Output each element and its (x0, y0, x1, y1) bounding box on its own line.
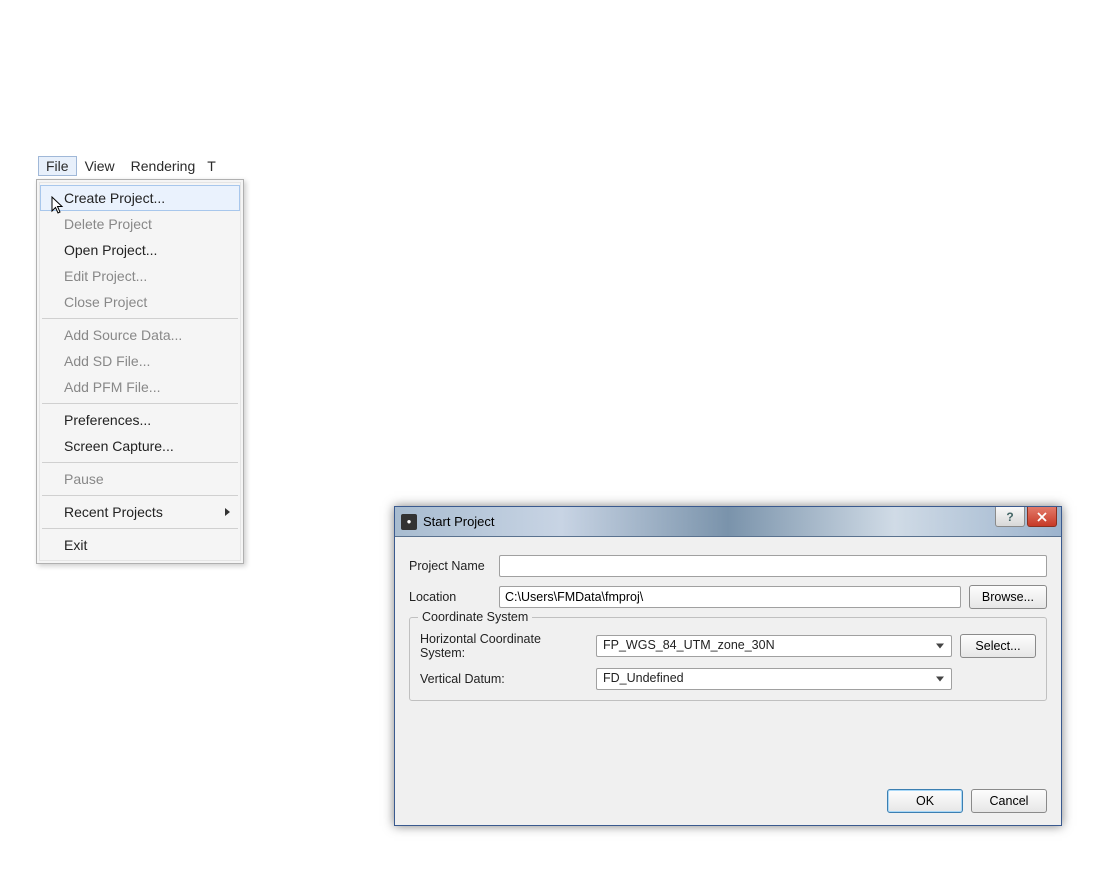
menu-item-edit-project: Edit Project... (40, 263, 240, 289)
start-project-dialog: Start Project ? Project Name Location Br… (394, 506, 1062, 826)
menu-view[interactable]: View (77, 156, 123, 176)
location-input[interactable] (499, 586, 961, 608)
submenu-arrow-icon (225, 508, 230, 516)
select-button[interactable]: Select... (960, 634, 1036, 658)
menu-item-add-pfm-file: Add PFM File... (40, 374, 240, 400)
menu-item-recent-projects[interactable]: Recent Projects (40, 499, 240, 525)
hcs-value: FP_WGS_84_UTM_zone_30N (596, 635, 952, 657)
cancel-button[interactable]: Cancel (971, 789, 1047, 813)
menu-item-add-sd-file: Add SD File... (40, 348, 240, 374)
dialog-titlebar: Start Project ? (395, 507, 1061, 537)
dialog-body: Project Name Location Browse... Coordina… (395, 537, 1061, 717)
menu-item-exit[interactable]: Exit (40, 532, 240, 558)
app-icon (401, 514, 417, 530)
menu-separator (42, 403, 238, 404)
menu-item-preferences[interactable]: Preferences... (40, 407, 240, 433)
vd-value: FD_Undefined (596, 668, 952, 690)
location-label: Location (409, 590, 491, 604)
hcs-label: Horizontal Coordinate System: (420, 632, 588, 660)
help-button[interactable]: ? (995, 507, 1025, 527)
menubar: File View Rendering T (38, 155, 220, 177)
menu-item-open-project[interactable]: Open Project... (40, 237, 240, 263)
menu-item-add-source-data: Add Source Data... (40, 322, 240, 348)
ok-button[interactable]: OK (887, 789, 963, 813)
menu-item-screen-capture[interactable]: Screen Capture... (40, 433, 240, 459)
dialog-footer: OK Cancel (887, 789, 1047, 813)
project-name-label: Project Name (409, 559, 491, 573)
menu-item-close-project: Close Project (40, 289, 240, 315)
hcs-combo[interactable]: FP_WGS_84_UTM_zone_30N (596, 635, 952, 657)
menu-item-delete-project: Delete Project (40, 211, 240, 237)
vd-combo[interactable]: FD_Undefined (596, 668, 952, 690)
menu-separator (42, 495, 238, 496)
project-name-input[interactable] (499, 555, 1047, 577)
menu-separator (42, 462, 238, 463)
file-menu-dropdown: Create Project...Delete ProjectOpen Proj… (36, 179, 244, 564)
menu-item-create-project[interactable]: Create Project... (40, 185, 240, 211)
vd-label: Vertical Datum: (420, 672, 588, 686)
coordinate-system-title: Coordinate System (418, 610, 532, 624)
close-button[interactable] (1027, 507, 1057, 527)
menu-rendering[interactable]: Rendering (123, 156, 204, 176)
browse-button[interactable]: Browse... (969, 585, 1047, 609)
menu-truncated: T (203, 156, 220, 176)
coordinate-system-group: Coordinate System Horizontal Coordinate … (409, 617, 1047, 701)
dialog-title: Start Project (423, 514, 495, 529)
menu-separator (42, 528, 238, 529)
close-icon (1037, 512, 1047, 522)
menu-file[interactable]: File (38, 156, 77, 176)
menu-item-pause: Pause (40, 466, 240, 492)
menu-separator (42, 318, 238, 319)
